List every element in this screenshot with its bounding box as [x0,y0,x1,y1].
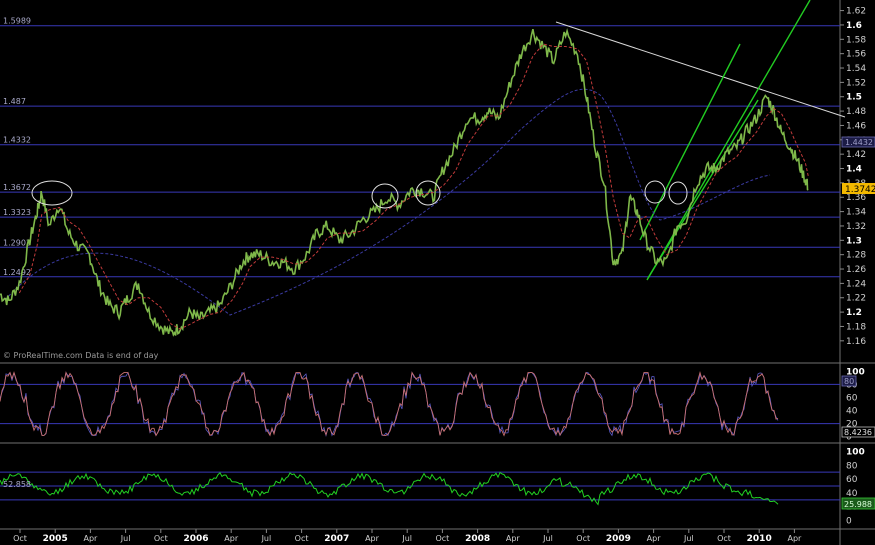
price-tick-label: 1.54 [846,64,866,74]
x-tick-label: Apr [787,534,802,543]
x-tick-label: 2005 [43,534,68,544]
price-tick-label: 1.28 [846,251,866,261]
stoch-oscillator [0,370,779,437]
price-tick-label: 1.48 [846,107,866,117]
time-x-axis: Oct 2005 Apr Jul Oct 2006 Apr Jul Oct 2007 Apr Jul O… [13,529,802,544]
price-level-label: 1.2492 [3,268,31,277]
price-panel-bg [0,0,840,360]
x-tick-label: Jul [401,534,412,543]
price-tick-label: 1.3 [846,236,862,246]
stoch-level-lines [0,383,840,425]
stoch-bottom-label: 8.4236 [844,428,872,437]
price-tick-label: 1.32 [846,222,866,232]
x-tick-label: Apr [83,534,98,543]
x-tick-label: 2009 [606,534,631,544]
price-tick-label: 1.34 [846,208,866,218]
price-tick-label: 1.58 [846,35,866,45]
price-tick-label: 1.46 [846,121,866,131]
price-tick-label: 1.2 [846,308,862,318]
price-tick-label: 1.16 [846,337,866,347]
rsi-y-axis: 100806040200 [846,447,865,526]
stoch-signal-line [0,371,779,437]
rsi-level-label: 52.858 [3,480,31,489]
forex-chart: 1.59891.4871.43321.36721.33231.29031.249… [0,0,875,545]
x-tick-label: Oct [717,534,731,543]
x-tick-label: Jul [683,534,694,543]
x-tick-label: 2006 [183,534,208,544]
x-tick-label: Oct [576,534,590,543]
price-tick-label: 1.5 [846,93,862,103]
x-tick-label: Jul [120,534,131,543]
price-level-label: 1.3323 [3,208,31,217]
price-tick-label: 1.6 [846,21,862,31]
rsi-value-label: 25.988 [844,500,872,509]
price-level-label: 1.5989 [3,17,31,26]
x-tick-label: 2008 [465,534,490,544]
price-tick-label: 1.18 [846,322,866,332]
x-tick-label: 2007 [324,534,349,544]
stoch-top-label: 80 [844,377,854,386]
price-tick-label: 1.22 [846,294,866,304]
price-level-label: 1.3672 [3,183,31,192]
rsi-tick-label: 100 [846,447,865,457]
last-price-label: 1.3742 [845,185,875,195]
x-tick-label: 2010 [747,534,772,544]
x-tick-label: Apr [647,534,662,543]
x-tick-label: Oct [295,534,309,543]
stoch-tick-label: 40 [846,407,858,417]
x-tick-label: Apr [506,534,521,543]
rsi-level-lines [0,471,840,501]
rsi-tick-label: 80 [846,461,858,471]
price-level-label: 1.487 [3,97,26,106]
rsi-tick-label: 40 [846,489,858,499]
x-tick-label: Oct [154,534,168,543]
x-tick-label: Jul [542,534,553,543]
price-tick-label: 1.24 [846,279,866,289]
x-tick-label: Apr [365,534,380,543]
x-tick-label: Oct [435,534,449,543]
rsi-tick-label: 0 [846,517,852,527]
price-tick-label: 1.4 [846,165,862,175]
stoch-tick-label: 60 [846,393,858,403]
price-y-axis: 1.621.61.581.561.541.521.51.481.461.441.… [840,7,866,347]
price-tick-label: 1.26 [846,265,866,275]
x-tick-label: Oct [13,534,27,543]
indicator-value-label: 1.4432 [845,138,873,147]
price-tick-label: 1.62 [846,7,866,17]
price-tick-label: 1.52 [846,78,866,88]
watermark: © ProRealTime.com Data is end of day [3,351,159,360]
price-level-label: 1.4332 [3,136,31,145]
x-tick-label: Jul [261,534,272,543]
price-tick-label: 1.42 [846,150,866,160]
price-tick-label: 1.56 [846,50,866,60]
rsi-tick-label: 60 [846,475,858,485]
x-tick-label: Apr [224,534,239,543]
